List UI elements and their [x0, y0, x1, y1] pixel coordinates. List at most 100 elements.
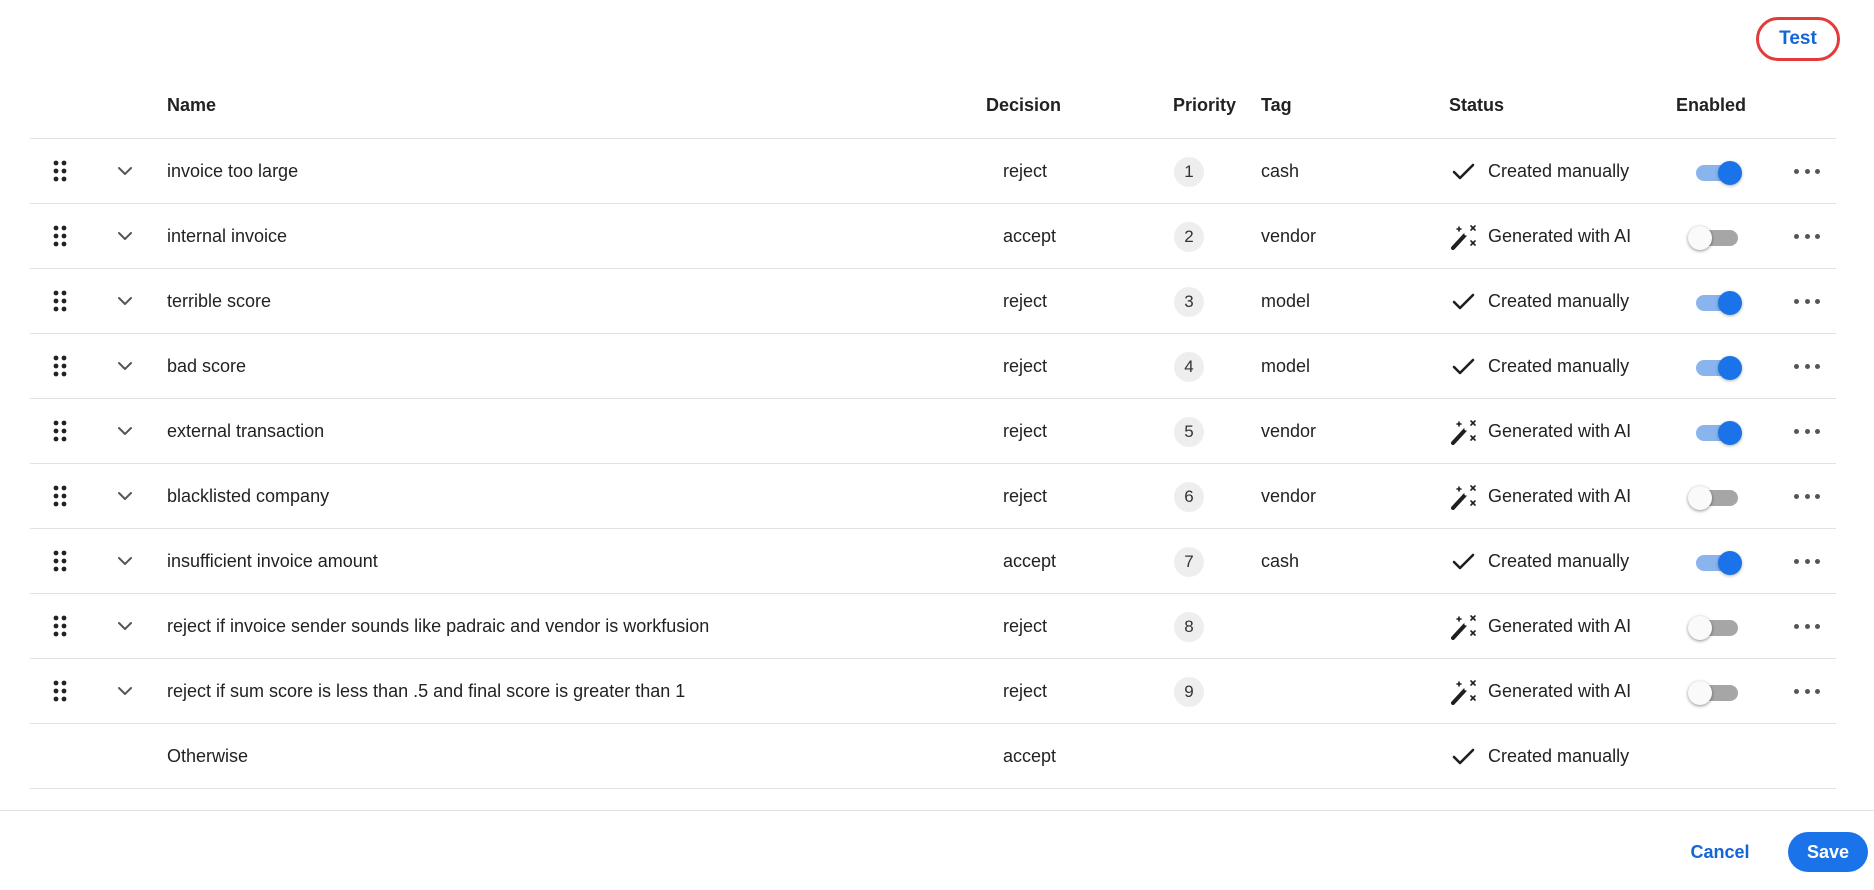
- toggle-knob: [1718, 356, 1742, 380]
- rule-status: Generated with AI: [1488, 225, 1632, 246]
- rule-decision: reject: [1003, 615, 1048, 636]
- toggle-knob: [1688, 616, 1712, 640]
- rule-status: Created manually: [1488, 290, 1630, 311]
- magic-wand-icon: [1450, 484, 1478, 510]
- chevron-down-icon[interactable]: [115, 292, 135, 310]
- chevron-down-icon[interactable]: [115, 162, 135, 180]
- chevron-down-icon[interactable]: [115, 227, 135, 245]
- rule-status: Generated with AI: [1488, 485, 1632, 506]
- drag-handle-icon[interactable]: [52, 420, 68, 442]
- table-header: Name Decision Priority Tag Status Enable…: [30, 80, 1836, 139]
- more-options-icon[interactable]: [1794, 421, 1820, 441]
- chevron-down-icon[interactable]: [115, 617, 135, 635]
- priority-badge: 5: [1174, 417, 1204, 447]
- rule-tag: model: [1261, 290, 1311, 311]
- chevron-down-icon[interactable]: [115, 357, 135, 375]
- table-row: terrible score reject 3 model Created manual…: [30, 269, 1836, 334]
- rule-status: Created manually: [1488, 550, 1630, 571]
- rule-status: Generated with AI: [1488, 680, 1632, 701]
- chevron-down-icon[interactable]: [115, 552, 135, 570]
- rule-name: internal invoice: [167, 225, 288, 246]
- drag-handle-icon[interactable]: [52, 680, 68, 702]
- more-options-icon[interactable]: [1794, 226, 1820, 246]
- enabled-toggle[interactable]: [1688, 679, 1744, 705]
- check-icon: [1450, 159, 1478, 185]
- toggle-knob: [1688, 681, 1712, 705]
- enabled-toggle[interactable]: [1688, 224, 1744, 250]
- rule-tag: vendor: [1261, 485, 1317, 506]
- drag-handle-icon[interactable]: [52, 290, 68, 312]
- footer-divider: [0, 810, 1874, 811]
- rule-decision: reject: [1003, 485, 1048, 506]
- drag-handle-icon[interactable]: [52, 485, 68, 507]
- rule-name: blacklisted company: [167, 485, 330, 506]
- cancel-button[interactable]: Cancel: [1680, 832, 1760, 872]
- check-icon: [1450, 354, 1478, 380]
- priority-badge: 4: [1174, 352, 1204, 382]
- more-options-icon[interactable]: [1794, 356, 1820, 376]
- more-options-icon[interactable]: [1794, 681, 1820, 701]
- column-header-status: Status: [1449, 95, 1505, 115]
- drag-handle-icon[interactable]: [52, 355, 68, 377]
- column-header-decision: Decision: [986, 95, 1062, 115]
- column-header-enabled: Enabled: [1676, 95, 1747, 115]
- rule-tag: vendor: [1261, 420, 1317, 441]
- enabled-toggle[interactable]: [1688, 614, 1744, 640]
- rule-status: Created manually: [1488, 745, 1630, 766]
- more-options-icon[interactable]: [1794, 486, 1820, 506]
- enabled-toggle[interactable]: [1688, 159, 1744, 185]
- drag-handle-icon[interactable]: [52, 160, 68, 182]
- column-header-name: Name: [167, 95, 217, 115]
- more-options-icon[interactable]: [1794, 291, 1820, 311]
- priority-badge: 1: [1174, 157, 1204, 187]
- rule-name: external transaction: [167, 420, 325, 441]
- rule-tag: model: [1261, 355, 1311, 376]
- table-row: invoice too large reject 1 cash Created manu…: [30, 139, 1836, 204]
- column-header-priority: Priority: [1173, 95, 1237, 115]
- table-row: reject if sum score is less than .5 and …: [30, 659, 1836, 724]
- magic-wand-icon: [1450, 679, 1478, 705]
- chevron-down-icon[interactable]: [115, 487, 135, 505]
- chevron-down-icon[interactable]: [115, 422, 135, 440]
- priority-badge: 7: [1174, 547, 1204, 577]
- enabled-toggle[interactable]: [1688, 419, 1744, 445]
- enabled-toggle[interactable]: [1688, 289, 1744, 315]
- chevron-down-icon[interactable]: [115, 682, 135, 700]
- rule-status: Created manually: [1488, 160, 1630, 181]
- more-options-icon[interactable]: [1794, 161, 1820, 181]
- rule-decision: reject: [1003, 160, 1048, 181]
- drag-handle-icon[interactable]: [52, 550, 68, 572]
- priority-badge: 8: [1174, 612, 1204, 642]
- column-header-tag: Tag: [1261, 95, 1292, 115]
- check-icon: [1450, 289, 1478, 315]
- check-icon: [1450, 549, 1478, 575]
- rule-status: Generated with AI: [1488, 615, 1632, 636]
- enabled-toggle[interactable]: [1688, 354, 1744, 380]
- magic-wand-icon: [1450, 224, 1478, 250]
- test-button[interactable]: Test: [1756, 17, 1840, 61]
- toggle-knob: [1688, 486, 1712, 510]
- toggle-knob: [1718, 421, 1742, 445]
- drag-handle-icon[interactable]: [52, 615, 68, 637]
- table-row: insufficient invoice amount accept 7 cash Cr…: [30, 529, 1836, 594]
- table-row: blacklisted company reject 6 vendor Generate…: [30, 464, 1836, 529]
- table-row: bad score reject 4 model Created manually: [30, 334, 1836, 399]
- rule-decision: accept: [1003, 225, 1057, 246]
- enabled-toggle[interactable]: [1688, 484, 1744, 510]
- more-options-icon[interactable]: [1794, 616, 1820, 636]
- otherwise-row: Otherwise accept Created manually: [30, 724, 1836, 789]
- toggle-knob: [1718, 291, 1742, 315]
- enabled-toggle[interactable]: [1688, 549, 1744, 575]
- more-options-icon[interactable]: [1794, 551, 1820, 571]
- priority-badge: 9: [1174, 677, 1204, 707]
- rule-decision: reject: [1003, 290, 1048, 311]
- drag-handle-icon[interactable]: [52, 225, 68, 247]
- priority-badge: 3: [1174, 287, 1204, 317]
- save-button[interactable]: Save: [1788, 832, 1868, 872]
- check-icon: [1450, 744, 1478, 770]
- rule-status: Created manually: [1488, 355, 1630, 376]
- toggle-knob: [1718, 551, 1742, 575]
- rule-name: terrible score: [167, 290, 272, 311]
- rule-name: invoice too large: [167, 160, 299, 181]
- rule-name: reject if sum score is less than .5 and …: [167, 680, 686, 701]
